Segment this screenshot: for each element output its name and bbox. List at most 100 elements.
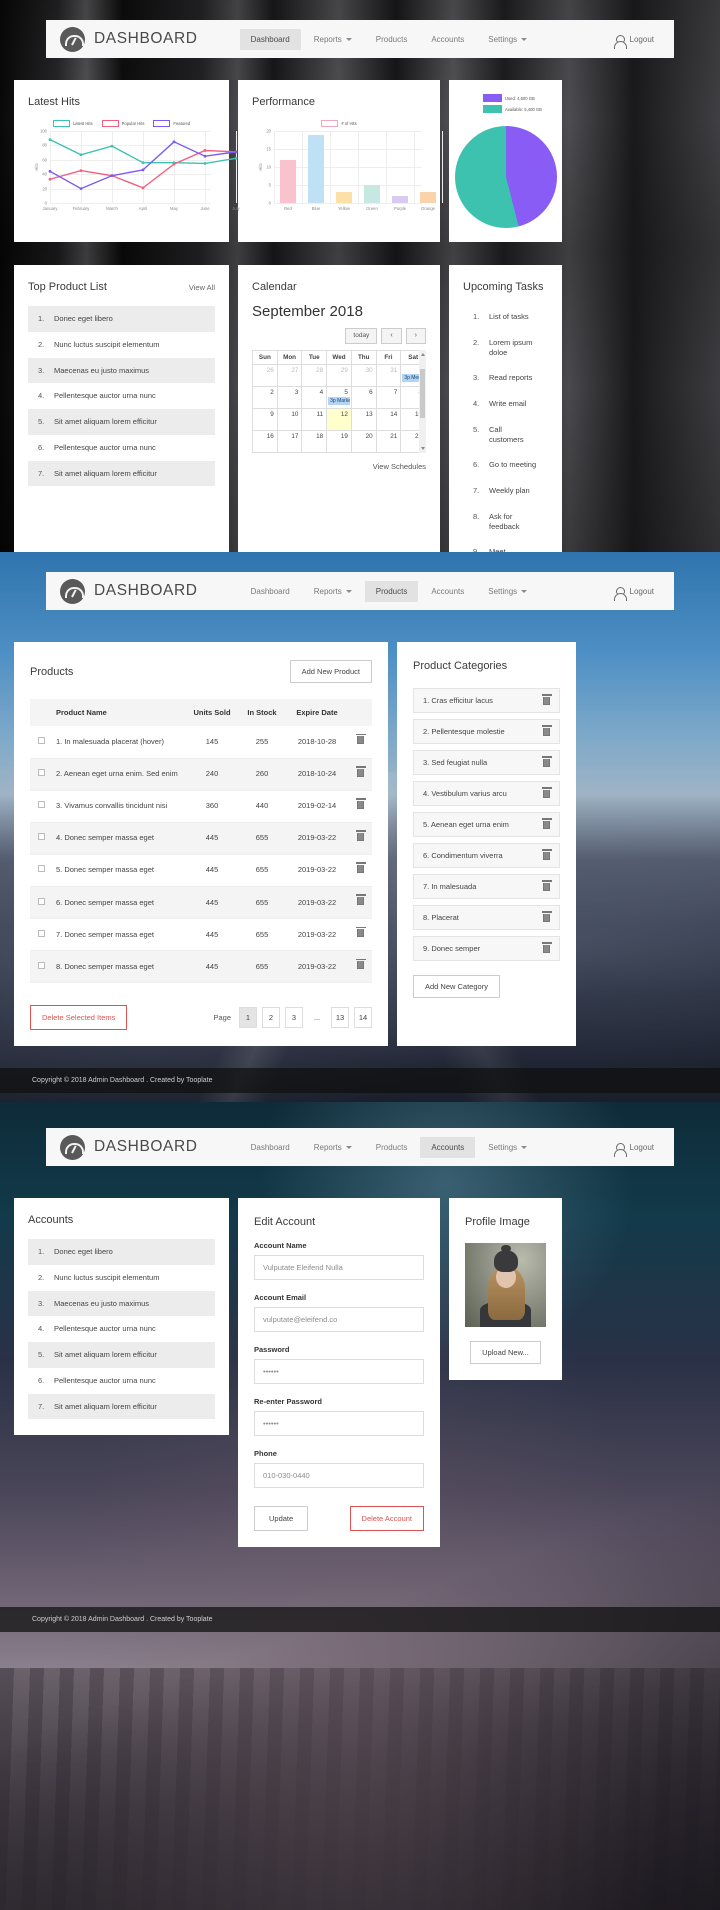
cell-delete[interactable] (348, 887, 372, 919)
calendar-day[interactable]: 30 (351, 365, 377, 388)
trash-icon[interactable] (355, 862, 366, 873)
calendar-day[interactable]: 20 (351, 431, 377, 454)
calendar-day[interactable]: 7 (376, 387, 402, 410)
calendar-day[interactable]: 16 (253, 431, 278, 454)
cell-select[interactable] (30, 758, 52, 790)
scroll-up-icon[interactable] (420, 353, 425, 357)
category-item[interactable]: 1. Cras efficitur lacus (413, 688, 560, 713)
cell-delete[interactable] (348, 951, 372, 983)
upload-new-button[interactable]: Upload New... (470, 1341, 541, 1364)
calendar-day[interactable]: 10 (277, 409, 303, 432)
table-row[interactable]: 3. Vivamus convallis tincidunt nisi 360 44… (30, 790, 372, 823)
category-item[interactable]: 5. Aenean eget urna enim (413, 812, 560, 837)
table-row[interactable]: 1. In malesuada placerat (hover) 145 255 20… (30, 726, 372, 758)
calendar-day[interactable]: 53p Marketing trip (327, 387, 352, 410)
row-checkbox[interactable] (37, 929, 45, 937)
category-item[interactable]: 7. In malesuada (413, 874, 560, 899)
calendar-day[interactable]: 18 (302, 431, 328, 454)
table-row[interactable]: 8. Donec semper massa eget 445 655 2019-03-… (30, 950, 372, 983)
category-item[interactable]: 4. Vestibulum varius arcu (413, 781, 560, 806)
trash-icon[interactable] (542, 786, 553, 798)
calendar-day[interactable]: 4 (302, 387, 328, 410)
list-item[interactable]: 2. Nunc luctus suscipit elementum (28, 1265, 215, 1291)
row-checkbox[interactable] (37, 833, 45, 841)
calendar-day[interactable]: 26 (253, 365, 278, 388)
view-schedules-link[interactable]: View Schedules (252, 462, 426, 471)
pagination-page-1[interactable]: 1 (239, 1007, 257, 1029)
row-checkbox[interactable] (37, 865, 45, 873)
trash-icon[interactable] (542, 817, 553, 829)
brand[interactable]: DASHBOARD (60, 26, 198, 52)
trash-icon[interactable] (355, 958, 366, 970)
nav-item-products[interactable]: Products (364, 580, 419, 602)
calendar-event[interactable]: 3p Marketing trip (328, 397, 350, 406)
cell-delete[interactable] (348, 854, 372, 886)
view-all-link[interactable]: View All (189, 283, 215, 292)
scroll-down-icon[interactable] (420, 447, 425, 451)
list-item[interactable]: 5. Sit amet aliquam lorem efficitur (28, 409, 215, 435)
trash-icon[interactable] (542, 693, 553, 705)
calendar-day[interactable]: 14 (376, 409, 402, 432)
calendar-day[interactable]: 12 (327, 409, 352, 432)
logout-button[interactable]: Logout (614, 586, 660, 601)
list-item[interactable]: 6. Go to meeting (463, 452, 548, 478)
cell-select[interactable] (30, 822, 52, 854)
trash-icon[interactable] (355, 765, 366, 777)
calendar-day[interactable]: 28 (302, 365, 328, 388)
scroll-thumb[interactable] (420, 368, 425, 419)
cell-delete[interactable] (348, 758, 372, 790)
row-checkbox[interactable] (37, 736, 45, 744)
cell-delete[interactable] (348, 726, 372, 758)
list-item[interactable]: 3. Maecenas eu justo maximus (28, 357, 215, 384)
calendar-day[interactable]: 6 (351, 387, 377, 410)
row-checkbox[interactable] (37, 769, 45, 776)
pagination-page-13[interactable]: 13 (331, 1007, 349, 1029)
pagination-page-14[interactable]: 14 (354, 1007, 372, 1029)
calendar-day[interactable]: 3 (277, 387, 303, 410)
trash-icon[interactable] (355, 926, 366, 938)
nav-item-settings[interactable]: Settings (477, 581, 538, 602)
brand[interactable]: DASHBOARD (60, 578, 198, 604)
list-item[interactable]: 3. Read reports (463, 365, 548, 391)
list-item[interactable]: 8. Ask for feedback (463, 504, 548, 540)
pagination-page-3[interactable]: 3 (285, 1007, 303, 1029)
trash-icon[interactable] (542, 848, 553, 860)
nav-item-reports[interactable]: Reports (303, 581, 363, 602)
calendar-day[interactable]: 17 (277, 431, 303, 454)
trash-icon[interactable] (542, 755, 553, 767)
list-item[interactable]: 4. Write email (463, 391, 548, 417)
calendar-day[interactable]: 27 (277, 365, 303, 388)
cell-select[interactable] (30, 790, 52, 822)
category-item[interactable]: 3. Sed feugiat nulla (413, 750, 560, 775)
logout-button[interactable]: Logout (614, 34, 660, 49)
cell-select[interactable] (30, 951, 52, 983)
list-item[interactable]: 1. Donec eget libero (28, 1239, 215, 1265)
list-item[interactable]: 2. Nunc luctus suscipit elementum (28, 332, 215, 358)
calendar-day[interactable]: 31 (376, 365, 402, 388)
calendar-day[interactable]: 9 (253, 409, 278, 432)
cell-delete[interactable] (348, 790, 372, 822)
nav-item-reports[interactable]: Reports (303, 29, 363, 50)
nav-item-settings[interactable]: Settings (477, 29, 538, 50)
pagination-page-2[interactable]: 2 (262, 1007, 280, 1029)
calendar-scrollbar[interactable] (419, 350, 426, 454)
trash-icon[interactable] (355, 733, 366, 745)
phone-input[interactable] (254, 1463, 424, 1488)
password-input[interactable] (254, 1359, 424, 1384)
trash-icon[interactable] (355, 798, 366, 809)
calendar-prev-button[interactable]: ‹ (381, 328, 402, 345)
list-item[interactable]: 1. List of tasks (463, 304, 548, 330)
category-item[interactable]: 8. Placerat (413, 905, 560, 930)
list-item[interactable]: 5. Call customers (463, 417, 548, 453)
update-button[interactable]: Update (254, 1506, 309, 1531)
nav-item-dashboard[interactable]: Dashboard (240, 1137, 301, 1158)
list-item[interactable]: 7. Sit amet aliquam lorem efficitur (28, 460, 215, 487)
list-item[interactable]: 5. Sit amet aliquam lorem efficitur (28, 1342, 215, 1368)
nav-item-accounts[interactable]: Accounts (420, 581, 475, 602)
row-checkbox[interactable] (37, 897, 45, 905)
table-row[interactable]: 5. Donec semper massa eget 445 655 2019-03-… (30, 854, 372, 887)
table-row[interactable]: 4. Donec semper massa eget 445 655 2019-03-… (30, 822, 372, 855)
logout-button[interactable]: Logout (614, 1142, 660, 1157)
trash-icon[interactable] (542, 910, 553, 922)
delete-selected-items-button[interactable]: Delete Selected Items (30, 1005, 128, 1031)
